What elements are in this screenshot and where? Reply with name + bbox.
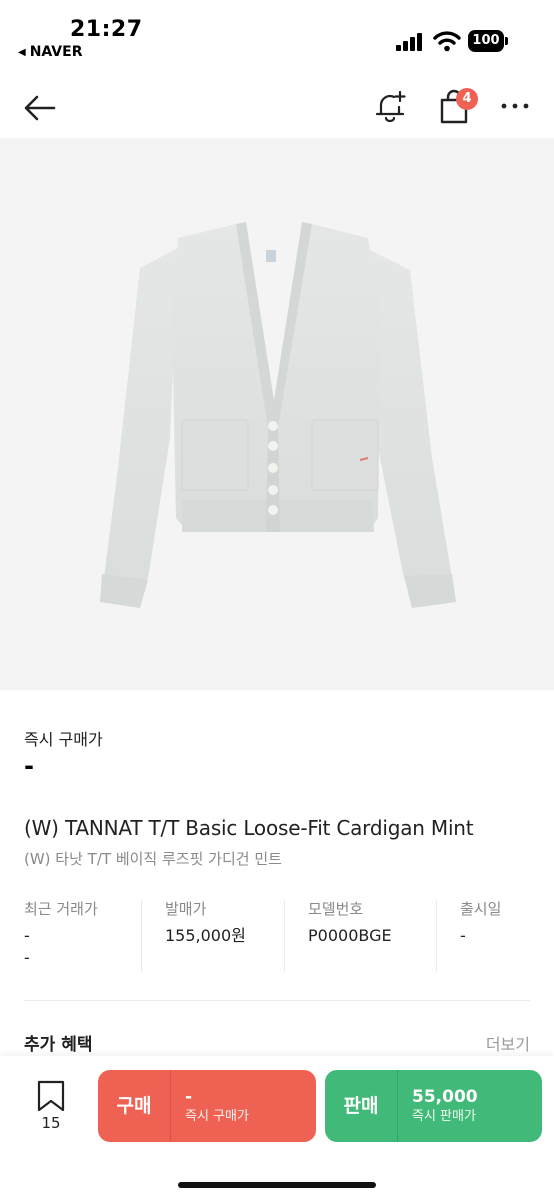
battery-indicator: 100 [468, 30, 508, 52]
status-bar: 21:27 ◀ NAVER 100 [0, 0, 554, 70]
cart-count-badge: 4 [456, 88, 478, 110]
battery-level: 100 [468, 30, 504, 52]
info-model-number: 모델번호 P0000BGE [308, 898, 428, 974]
info-divider [141, 900, 142, 972]
more-options-icon[interactable] [498, 94, 532, 118]
info-label: 최근 거래가 [24, 900, 98, 918]
buy-kind-label: 구매 [116, 1095, 152, 1117]
buy-amount: - [185, 1087, 193, 1107]
buy-button[interactable]: 구매 - 즉시 구매가 [98, 1070, 316, 1142]
status-time: 21:27 [70, 17, 143, 42]
info-divider [436, 900, 437, 972]
benefits-more-link[interactable]: 더보기 [486, 1031, 530, 1055]
info-value: - [24, 926, 30, 945]
info-value: - [460, 926, 466, 945]
sell-kind-label: 판매 [343, 1095, 379, 1117]
home-indicator [178, 1182, 376, 1188]
cardigan-illustration [100, 222, 456, 608]
product-image[interactable] [0, 138, 554, 690]
info-value-secondary: - [24, 948, 30, 967]
info-value: 155,000원 [165, 926, 246, 945]
back-triangle-icon: ◀ [18, 46, 26, 58]
info-divider [284, 900, 285, 972]
sell-amount: 55,000 [412, 1087, 478, 1107]
instant-buy-price-value: - [24, 752, 34, 780]
bell-plus-icon[interactable] [372, 88, 408, 124]
info-label: 출시일 [460, 900, 502, 918]
back-to-app-link[interactable]: ◀ NAVER [18, 44, 82, 60]
info-release-price: 발매가 155,000원 [165, 898, 275, 974]
sell-sub-label: 즉시 판매가 [412, 1109, 476, 1124]
bookmark-count: 15 [41, 1114, 61, 1132]
bottom-action-bar: 15 구매 - 즉시 구매가 판매 55,000 즉시 판매가 [0, 1056, 554, 1200]
bookmark-button[interactable]: 15 [26, 1080, 76, 1140]
info-label: 모델번호 [308, 900, 364, 918]
info-label: 발매가 [165, 900, 207, 918]
product-title-ko: (W) 타낫 T/T 베이직 루즈핏 가디건 민트 [24, 850, 282, 868]
info-release-date: 출시일 - [460, 898, 540, 974]
info-recent-price: 최근 거래가 - - [24, 898, 134, 974]
product-info-grid: 최근 거래가 - - 발매가 155,000원 모델번호 P0000BGE 출시… [0, 898, 554, 974]
cellular-signal-icon [396, 33, 422, 51]
back-app-label: NAVER [29, 44, 83, 60]
wifi-icon [433, 31, 461, 52]
section-divider [24, 1000, 530, 1001]
product-title-en: (W) TANNAT T/T Basic Loose-Fit Cardigan … [24, 816, 474, 840]
buy-sub-label: 즉시 구매가 [185, 1109, 249, 1124]
sell-button[interactable]: 판매 55,000 즉시 판매가 [325, 1070, 542, 1142]
instant-buy-price-label: 즉시 구매가 [24, 730, 103, 749]
bookmark-icon [37, 1080, 65, 1112]
back-arrow-icon[interactable] [22, 90, 58, 126]
info-value: P0000BGE [308, 926, 392, 945]
benefits-title: 추가 혜택 [24, 1035, 93, 1055]
